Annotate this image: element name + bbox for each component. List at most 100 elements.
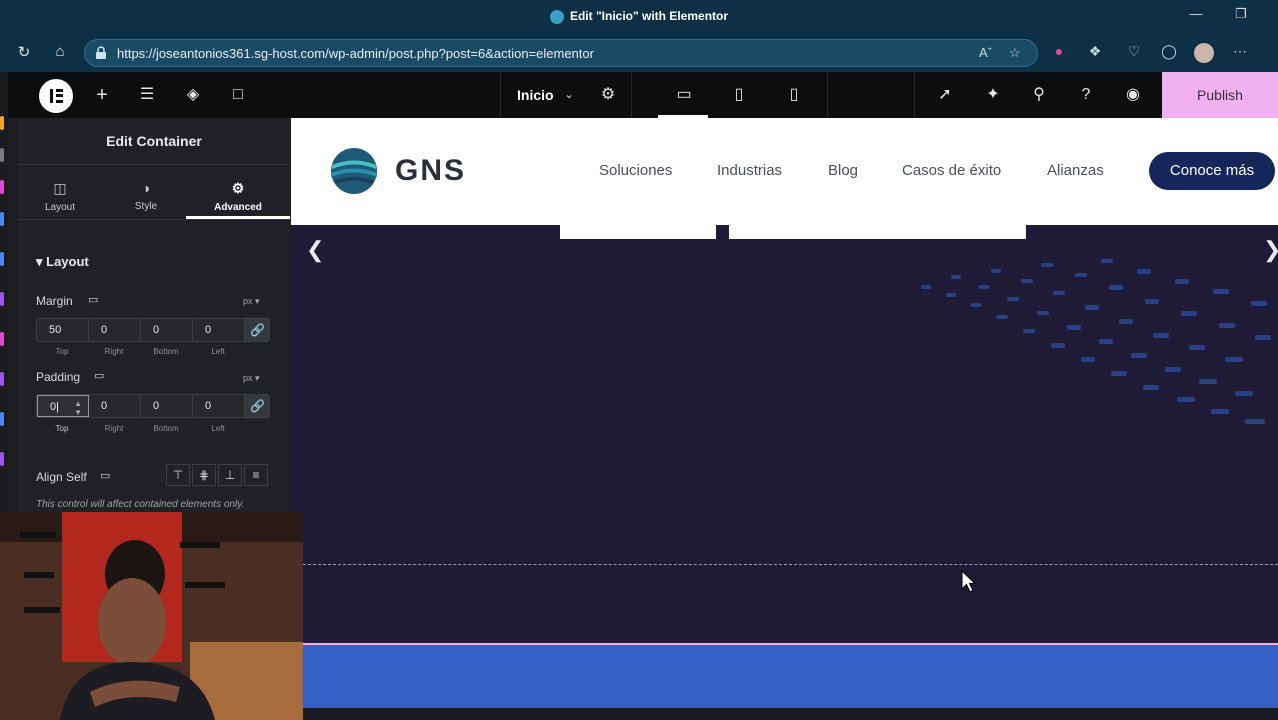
elementor-logo-button[interactable]	[39, 79, 73, 113]
padding-bottom-input[interactable]: 0	[141, 395, 193, 417]
link-values-icon[interactable]: 🔗	[245, 319, 270, 341]
side-tab[interactable]	[0, 332, 4, 346]
dropdown-ghost	[729, 225, 1026, 239]
side-tab-strip	[0, 72, 8, 512]
padding-left-input[interactable]: 0	[193, 395, 245, 417]
align-self-label: Align Self	[36, 470, 87, 484]
os-taskbar	[303, 708, 1278, 720]
restore-icon[interactable]: ❐	[1229, 6, 1253, 26]
align-stretch-icon[interactable]: ≡	[244, 464, 268, 486]
padding-right-input[interactable]: 0	[89, 395, 141, 417]
nav-link-industrias[interactable]: Industrias	[717, 162, 782, 179]
side-tab[interactable]	[0, 452, 4, 466]
margin-unit-select[interactable]: px ▾	[243, 296, 260, 307]
whats-new-icon[interactable]: ✦	[983, 86, 1003, 104]
elementor-top-bar: + ☰ ◈ □ Inicio ⌄ ⚙ ▭ ▯ ▯ ➚ ✦ ⚲ ? ◉ Publi…	[8, 72, 1278, 118]
conoce-mas-button[interactable]: Conoce más	[1149, 152, 1275, 190]
publish-button[interactable]: Publish	[1162, 72, 1278, 118]
padding-dimensions: 0| ▲ ▼ 0 0 0 🔗	[36, 394, 270, 418]
puzzle-icon[interactable]: ❖	[1085, 43, 1105, 63]
help-icon[interactable]: ?	[1076, 86, 1096, 104]
hero-slider: ❮ ❯	[291, 225, 1278, 643]
refresh-icon[interactable]: ↻	[13, 43, 35, 63]
tab-style[interactable]: ◑ Style	[104, 180, 188, 212]
mobile-icon[interactable]: ▯	[784, 86, 804, 104]
browser-title-bar: Edit "Inicio" with Elementor — ❐	[0, 0, 1278, 34]
margin-bottom-input[interactable]: 0	[141, 319, 193, 341]
site-settings-icon[interactable]: ☰	[137, 86, 157, 104]
nav-link-alianzas[interactable]: Alianzas	[1047, 162, 1104, 179]
webcam-overlay	[0, 512, 303, 720]
minimize-icon[interactable]: —	[1184, 6, 1208, 26]
home-icon[interactable]: ⌂	[49, 43, 71, 63]
more-icon[interactable]: ⋯	[1230, 43, 1250, 63]
side-tab[interactable]	[0, 148, 4, 162]
desktop-icon[interactable]: ▭	[674, 86, 694, 104]
editor-panel: Edit Container ◫ Layout ◑ Style ⚙ Advanced …	[18, 118, 290, 518]
divider	[18, 164, 290, 165]
next-section-container[interactable]	[303, 643, 1278, 708]
dropdown-ghost	[560, 225, 716, 239]
side-tab[interactable]	[0, 412, 4, 426]
margin-left-input[interactable]: 0	[193, 319, 245, 341]
stepper-icon[interactable]: ▲ ▼	[74, 399, 82, 417]
margin-sublabels: Top Right Bottom Left	[55, 347, 225, 356]
lock-icon	[96, 46, 106, 59]
panel-title: Edit Container	[106, 133, 202, 149]
browser-toolbar: ↻ ⌂ https://joseantonios361.sg-host.com/…	[0, 34, 1278, 72]
site-logo-text[interactable]: GNS	[395, 154, 466, 188]
align-end-icon[interactable]: ⊥	[218, 464, 242, 486]
profile-avatar[interactable]	[1194, 43, 1214, 63]
editor-actions-group: ➚ ✦ ⚲ ? ◉	[914, 72, 1164, 118]
align-center-icon[interactable]: ⋕	[192, 464, 216, 486]
tablet-icon[interactable]: ▯	[729, 86, 749, 104]
add-element-icon[interactable]: +	[92, 85, 112, 105]
preview-eye-icon[interactable]: ◉	[1123, 86, 1143, 104]
webcam-person-image	[0, 512, 303, 720]
side-tab[interactable]	[0, 372, 4, 386]
nav-link-casos-de-exito[interactable]: Casos de éxito	[902, 162, 1001, 179]
tab-advanced[interactable]: ⚙ Advanced	[196, 180, 280, 213]
link-values-icon[interactable]: 🔗	[245, 395, 270, 417]
responsive-desktop-icon[interactable]: ▭	[100, 469, 110, 482]
padding-sublabels: Top Right Bottom Left	[55, 424, 225, 433]
slider-next-icon[interactable]: ❯	[1263, 237, 1278, 263]
side-tab[interactable]	[0, 116, 4, 130]
shield-extension-icon[interactable]: ●	[1049, 43, 1069, 63]
tab-layout[interactable]: ◫ Layout	[18, 180, 102, 213]
slider-prev-icon[interactable]: ❮	[306, 237, 324, 263]
page-settings-gear-icon[interactable]: ⚙	[598, 86, 618, 104]
align-start-icon[interactable]: ⊤	[166, 464, 190, 486]
margin-right-input[interactable]: 0	[89, 319, 141, 341]
responsive-desktop-icon[interactable]: ▭	[94, 369, 104, 382]
side-tab[interactable]	[0, 292, 4, 306]
search-icon[interactable]: ⚲	[1029, 86, 1049, 104]
browser-shield-icon[interactable]: ◯	[1159, 43, 1179, 63]
ai-rocket-icon[interactable]: ➚	[935, 86, 955, 104]
gns-logo-icon[interactable]	[329, 146, 379, 196]
structure-layers-icon[interactable]: ◈	[183, 86, 203, 104]
side-tab[interactable]	[0, 180, 4, 194]
margin-top-input[interactable]: 50	[37, 319, 89, 341]
address-bar[interactable]: https://joseantonios361.sg-host.com/wp-a…	[84, 39, 1038, 67]
read-aloud-icon[interactable]: Aˇ	[979, 45, 992, 60]
section-toggle-layout[interactable]: ▾ Layout	[36, 254, 89, 270]
padding-top-input[interactable]: 0| ▲ ▼	[37, 395, 89, 417]
heart-pulse-icon[interactable]: ♡	[1124, 43, 1144, 63]
side-tab[interactable]	[0, 212, 4, 226]
side-tab[interactable]	[0, 252, 4, 266]
preview-canvas: GNS Soluciones Industrias Blog Casos de …	[291, 118, 1278, 708]
container-dashed-outline	[303, 564, 1278, 565]
notes-comment-icon[interactable]: □	[228, 86, 248, 104]
page-selector[interactable]: Inicio ⌄ ⚙	[500, 72, 632, 118]
dot-wave-decoration	[921, 259, 1271, 424]
nav-link-soluciones[interactable]: Soluciones	[599, 162, 672, 179]
divider	[18, 219, 290, 220]
responsive-desktop-icon[interactable]: ▭	[88, 293, 98, 306]
padding-unit-select[interactable]: px ▾	[243, 373, 260, 384]
favorite-star-icon[interactable]: ☆	[1009, 45, 1021, 61]
nav-link-blog[interactable]: Blog	[828, 162, 858, 179]
elementor-tab-icon	[549, 9, 564, 24]
margin-dimensions: 50 0 0 0 🔗	[36, 318, 270, 342]
layout-icon: ◫	[53, 180, 67, 196]
